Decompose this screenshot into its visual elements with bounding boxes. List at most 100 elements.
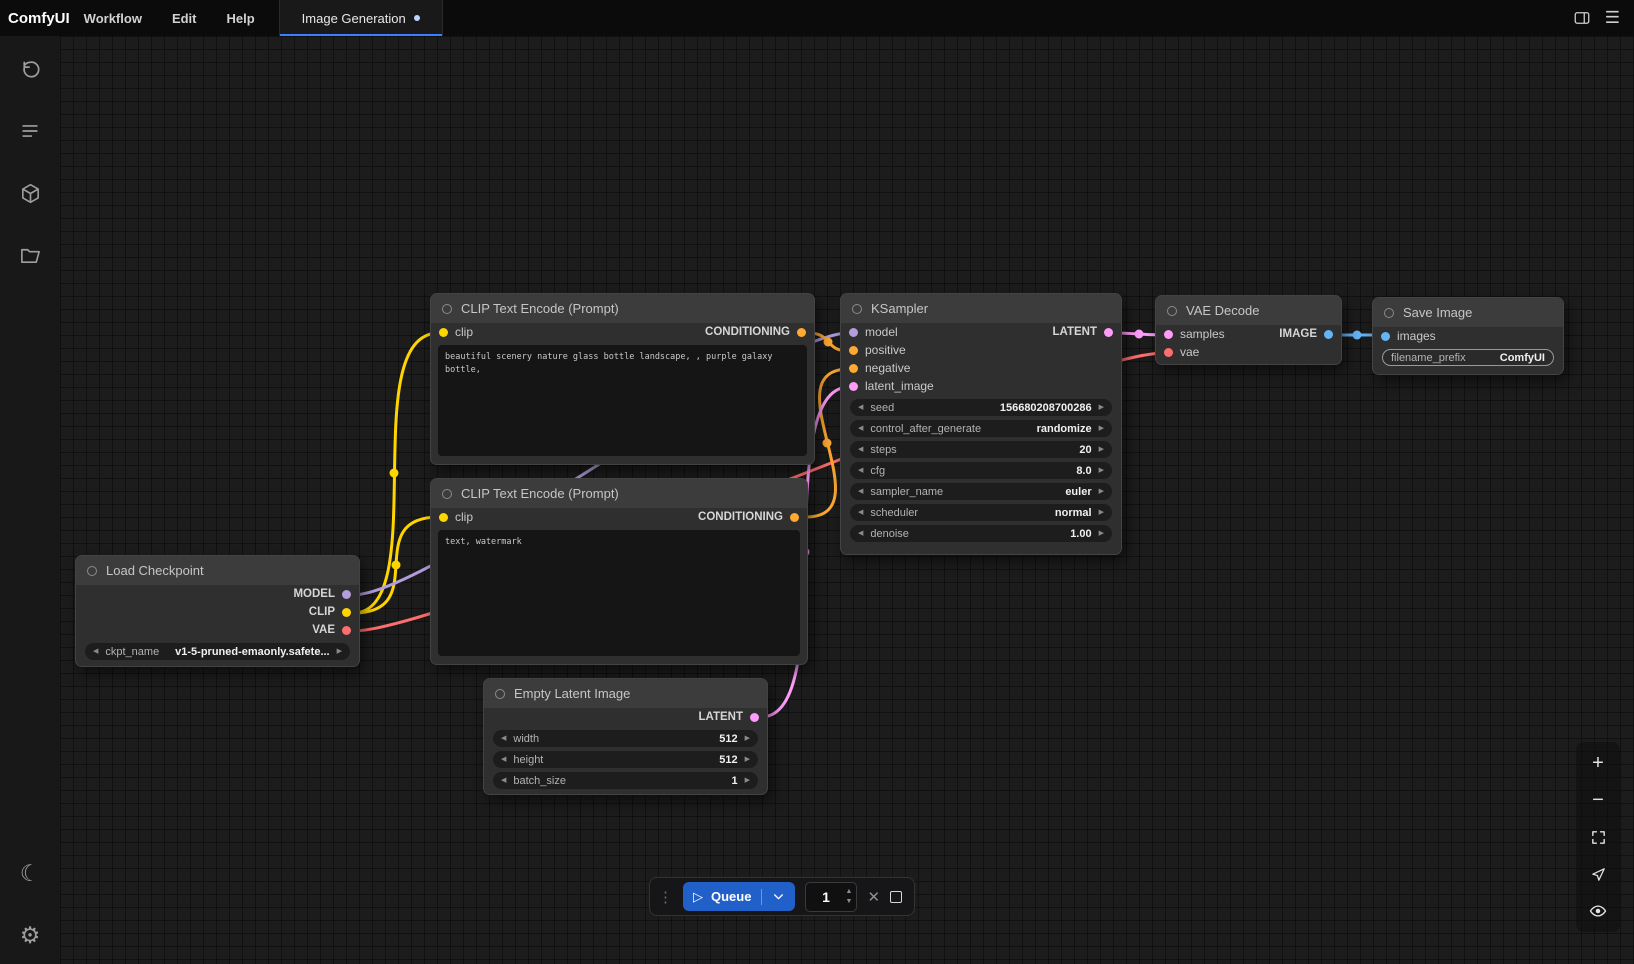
arrow-right-icon[interactable]: ▶ <box>1099 509 1104 516</box>
fit-view-icon[interactable] <box>1587 828 1609 846</box>
arrow-left-icon[interactable]: ◀ <box>93 648 98 655</box>
arrow-right-icon[interactable]: ▶ <box>1099 425 1104 432</box>
input-slot-latent-image[interactable] <box>849 382 858 391</box>
output-slot-clip[interactable] <box>342 608 351 617</box>
arrow-right-icon[interactable]: ▶ <box>1099 530 1104 537</box>
stepper-down-icon[interactable]: ▼ <box>846 898 853 905</box>
node-header[interactable]: Save Image <box>1373 298 1563 327</box>
collapse-toggle[interactable] <box>442 304 452 314</box>
output-slot-latent[interactable] <box>750 713 759 722</box>
node-header[interactable]: CLIP Text Encode (Prompt) <box>431 479 807 508</box>
widget-cfg[interactable]: ◀ cfg 8.0 ▶ <box>850 462 1112 479</box>
output-slot-image[interactable] <box>1324 330 1333 339</box>
zoom-out-icon[interactable]: − <box>1587 791 1609 809</box>
drag-handle-icon[interactable]: ⋮ <box>658 888 673 906</box>
arrow-left-icon[interactable]: ◀ <box>501 735 506 742</box>
node-header[interactable]: Load Checkpoint <box>76 556 359 585</box>
output-slot-conditioning[interactable] <box>790 513 799 522</box>
arrow-left-icon[interactable]: ◀ <box>858 467 863 474</box>
input-slot-positive[interactable] <box>849 346 858 355</box>
input-slot-images[interactable] <box>1381 332 1390 341</box>
widget-ckpt-name[interactable]: ◀ ckpt_name v1-5-pruned-emaonly.safete..… <box>85 643 350 660</box>
collapse-toggle[interactable] <box>87 566 97 576</box>
collapse-toggle[interactable] <box>495 689 505 699</box>
prompt-textarea[interactable]: beautiful scenery nature glass bottle la… <box>438 345 807 456</box>
arrow-right-icon[interactable]: ▶ <box>337 648 342 655</box>
input-slot-model[interactable] <box>849 328 858 337</box>
batch-count-input[interactable]: 1 ▲ ▼ <box>805 882 857 912</box>
output-slot-model[interactable] <box>342 590 351 599</box>
arrow-left-icon[interactable]: ◀ <box>858 530 863 537</box>
menu-workflow[interactable]: Workflow <box>84 11 142 26</box>
queue-list-icon[interactable] <box>17 118 43 144</box>
panel-toggle-icon[interactable] <box>1573 9 1591 27</box>
node-clip-text-encode-negative[interactable]: CLIP Text Encode (Prompt) clip CONDITION… <box>430 478 808 665</box>
widget-scheduler[interactable]: ◀ scheduler normal ▶ <box>850 504 1112 521</box>
collapse-toggle[interactable] <box>1384 308 1394 318</box>
arrow-left-icon[interactable]: ◀ <box>858 488 863 495</box>
node-ksampler[interactable]: KSampler model LATENT positive negative … <box>840 293 1122 555</box>
input-slot-negative[interactable] <box>849 364 858 373</box>
node-empty-latent-image[interactable]: Empty Latent Image LATENT ◀ width 512 ▶ … <box>483 678 768 795</box>
settings-gear-icon[interactable]: ⚙ <box>17 922 43 948</box>
arrow-right-icon[interactable]: ▶ <box>745 777 750 784</box>
node-save-image[interactable]: Save Image images filename_prefix ComfyU… <box>1372 297 1564 375</box>
arrow-right-icon[interactable]: ▶ <box>1099 467 1104 474</box>
node-header[interactable]: CLIP Text Encode (Prompt) <box>431 294 814 323</box>
input-slot-vae[interactable] <box>1164 348 1173 357</box>
collapse-toggle[interactable] <box>442 489 452 499</box>
model-library-icon[interactable] <box>17 180 43 206</box>
input-slot-clip[interactable] <box>439 328 448 337</box>
arrow-right-icon[interactable]: ▶ <box>745 756 750 763</box>
node-header[interactable]: Empty Latent Image <box>484 679 767 708</box>
output-slot-vae[interactable] <box>342 626 351 635</box>
widget-steps[interactable]: ◀ steps 20 ▶ <box>850 441 1112 458</box>
collapse-toggle[interactable] <box>852 304 862 314</box>
input-slot-clip[interactable] <box>439 513 448 522</box>
clear-queue-icon[interactable]: ✕ <box>867 888 880 906</box>
arrow-right-icon[interactable]: ▶ <box>1099 488 1104 495</box>
hamburger-menu-icon[interactable]: ☰ <box>1605 8 1620 28</box>
queue-button[interactable]: ▷ Queue <box>683 882 795 911</box>
output-slot-latent[interactable] <box>1104 328 1113 337</box>
widget-height[interactable]: ◀ height 512 ▶ <box>493 751 758 768</box>
arrow-left-icon[interactable]: ◀ <box>858 509 863 516</box>
node-load-checkpoint[interactable]: Load Checkpoint MODEL CLIP VAE ◀ ckpt_na… <box>75 555 360 667</box>
arrow-left-icon[interactable]: ◀ <box>858 404 863 411</box>
toggle-visibility-eye-icon[interactable] <box>1587 902 1609 920</box>
theme-moon-icon[interactable]: ☾ <box>17 860 43 886</box>
widget-batch-size[interactable]: ◀ batch_size 1 ▶ <box>493 772 758 789</box>
stop-icon[interactable] <box>890 891 902 903</box>
menu-edit[interactable]: Edit <box>172 11 197 26</box>
widget-sampler-name[interactable]: ◀ sampler_name euler ▶ <box>850 483 1112 500</box>
chevron-down-icon[interactable] <box>772 890 785 903</box>
node-header[interactable]: VAE Decode <box>1156 296 1341 325</box>
input-slot-samples[interactable] <box>1164 330 1173 339</box>
arrow-left-icon[interactable]: ◀ <box>858 425 863 432</box>
arrow-right-icon[interactable]: ▶ <box>1099 404 1104 411</box>
count-stepper: ▲ ▼ <box>846 888 853 905</box>
workflows-folder-icon[interactable] <box>17 242 43 268</box>
prompt-textarea[interactable]: text, watermark <box>438 530 800 656</box>
arrow-left-icon[interactable]: ◀ <box>501 777 506 784</box>
node-clip-text-encode-positive[interactable]: CLIP Text Encode (Prompt) clip CONDITION… <box>430 293 815 465</box>
node-vae-decode[interactable]: VAE Decode samples IMAGE vae <box>1155 295 1342 365</box>
widget-control-after-generate[interactable]: ◀ control_after_generate randomize ▶ <box>850 420 1112 437</box>
collapse-toggle[interactable] <box>1167 306 1177 316</box>
node-header[interactable]: KSampler <box>841 294 1121 323</box>
stepper-up-icon[interactable]: ▲ <box>846 888 853 895</box>
menu-help[interactable]: Help <box>227 11 255 26</box>
select-cursor-icon[interactable] <box>1587 865 1609 883</box>
arrow-right-icon[interactable]: ▶ <box>745 735 750 742</box>
arrow-right-icon[interactable]: ▶ <box>1099 446 1104 453</box>
tab-image-generation[interactable]: Image Generation <box>279 0 443 36</box>
arrow-left-icon[interactable]: ◀ <box>501 756 506 763</box>
arrow-left-icon[interactable]: ◀ <box>858 446 863 453</box>
history-icon[interactable] <box>17 56 43 82</box>
widget-seed[interactable]: ◀ seed 156680208700286 ▶ <box>850 399 1112 416</box>
widget-filename-prefix[interactable]: filename_prefix ComfyUI <box>1382 349 1554 366</box>
widget-width[interactable]: ◀ width 512 ▶ <box>493 730 758 747</box>
widget-denoise[interactable]: ◀ denoise 1.00 ▶ <box>850 525 1112 542</box>
output-slot-conditioning[interactable] <box>797 328 806 337</box>
zoom-in-icon[interactable]: + <box>1587 754 1609 772</box>
